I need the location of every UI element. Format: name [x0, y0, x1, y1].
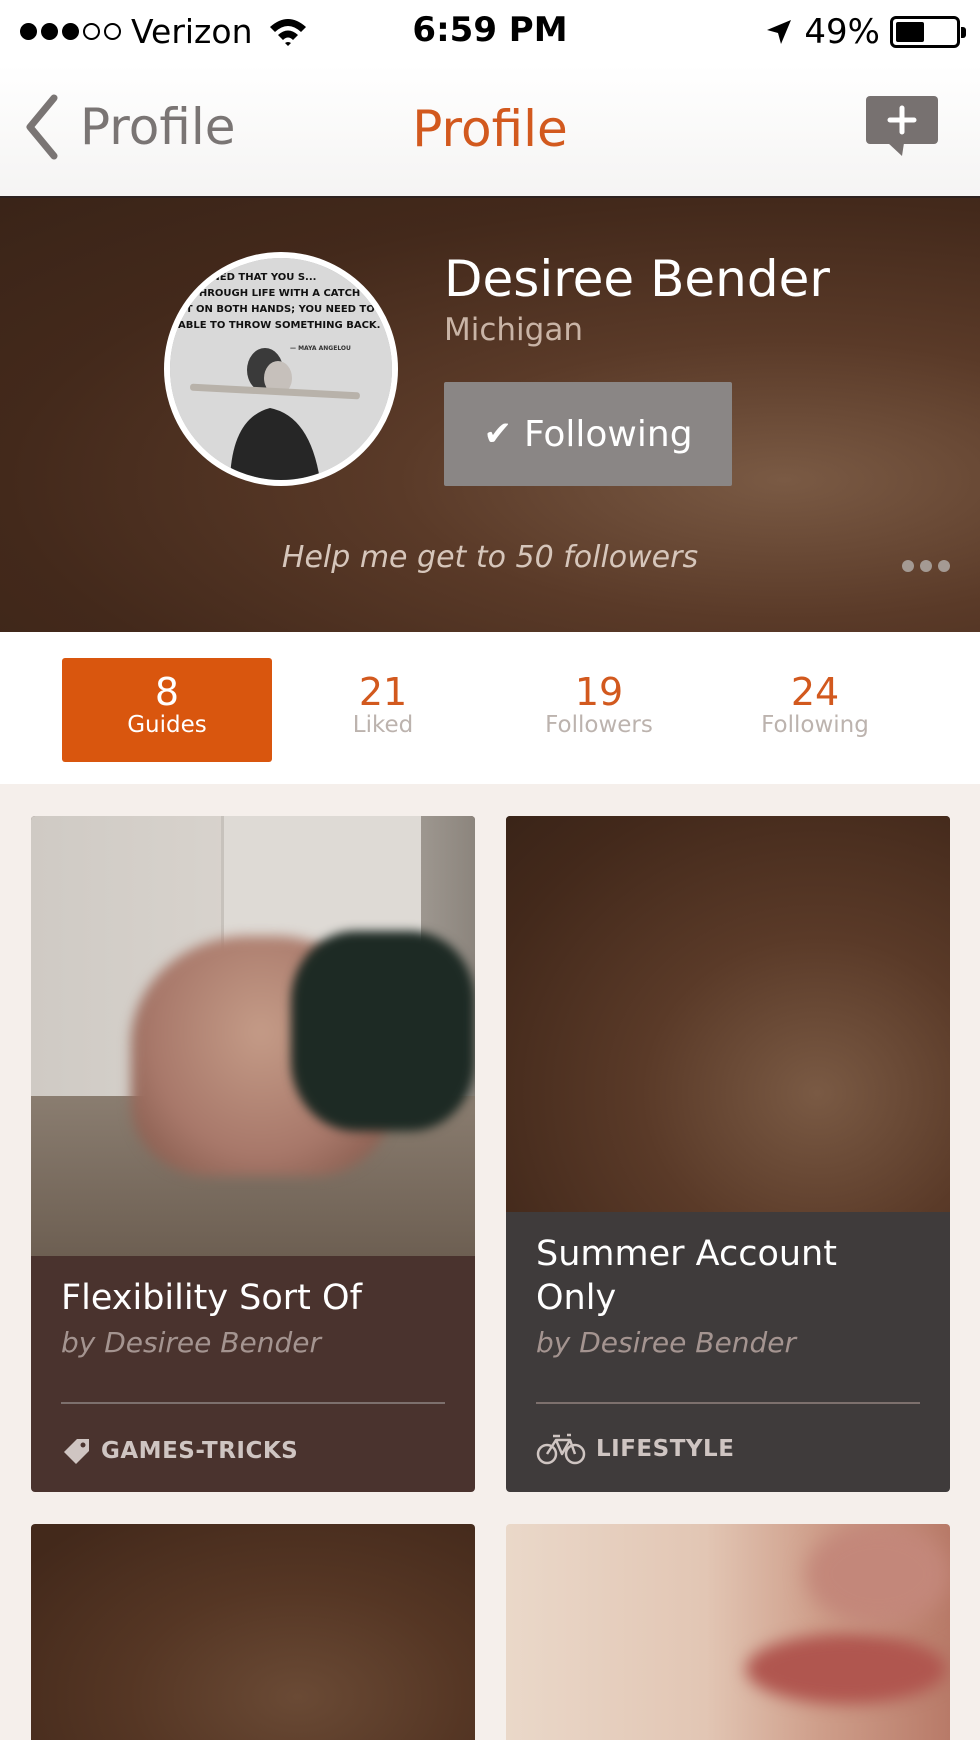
stat-label: Guides — [127, 712, 207, 738]
bicycle-icon — [536, 1433, 586, 1465]
guide-image — [31, 816, 475, 1256]
battery-percent: 49% — [804, 12, 880, 52]
following-button[interactable]: ✔ Following — [444, 382, 732, 486]
more-options-icon[interactable] — [902, 560, 950, 572]
guide-category[interactable]: GAMES-TRICKS — [61, 1436, 298, 1466]
navigation-bar: Profile Profile — [0, 64, 980, 198]
stat-value: 19 — [574, 670, 624, 714]
category-label: LIFESTYLE — [596, 1436, 735, 1462]
following-button-label: Following — [523, 413, 693, 455]
guide-category[interactable]: LIFESTYLE — [536, 1432, 734, 1466]
page-title: Profile — [412, 100, 568, 158]
tab-liked[interactable]: 21 Liked — [278, 658, 488, 762]
guide-card[interactable] — [506, 1524, 950, 1740]
category-label: GAMES-TRICKS — [101, 1438, 299, 1464]
guide-card[interactable] — [31, 1524, 475, 1740]
profile-name: Desiree Bender — [444, 250, 830, 308]
stat-label: Liked — [352, 712, 414, 738]
svg-text:IT ON BOTH HANDS; YOU NEED TO: IT ON BOTH HANDS; YOU NEED TO — [182, 304, 375, 315]
svg-text:— MAYA ANGELOU: — MAYA ANGELOU — [290, 345, 351, 352]
guide-card[interactable]: Summer Account Only by Desiree Bender LI… — [506, 816, 950, 1492]
status-bar: Verizon 6:59 PM 49% — [0, 0, 980, 64]
guide-title: Summer Account Only — [536, 1234, 837, 1318]
card-divider — [536, 1402, 920, 1404]
stat-label: Following — [761, 712, 869, 738]
profile-header: ...NED THAT YOU S... THROUGH LIFE WITH A… — [0, 198, 980, 632]
checkmark-icon: ✔ — [483, 414, 512, 454]
guide-image — [506, 816, 950, 1212]
avatar[interactable]: ...NED THAT YOU S... THROUGH LIFE WITH A… — [164, 252, 398, 486]
guide-author: by Desiree Bender — [61, 1326, 321, 1359]
guide-title: Flexibility Sort Of — [61, 1278, 362, 1318]
guide-details: Summer Account Only by Desiree Bender LI… — [506, 1212, 950, 1492]
tab-followers[interactable]: 19 Followers — [494, 658, 704, 762]
profile-location: Michigan — [444, 312, 583, 348]
status-right: 49% — [764, 12, 966, 52]
stat-label: Followers — [545, 712, 653, 738]
tag-icon — [64, 1439, 89, 1464]
stat-value: 24 — [790, 670, 840, 714]
svg-text:ABLE TO THROW SOMETHING BACK.: ABLE TO THROW SOMETHING BACK. — [178, 320, 380, 331]
battery-icon — [890, 16, 966, 48]
compose-message-icon[interactable] — [864, 94, 940, 160]
profile-stats: 8 Guides 21 Liked 19 Followers 24 Follow… — [0, 632, 980, 784]
tab-following[interactable]: 24 Following — [710, 658, 920, 762]
svg-text:...NED THAT YOU S...: ...NED THAT YOU S... — [200, 272, 316, 283]
guide-card[interactable]: Flexibility Sort Of by Desiree Bender GA… — [31, 816, 475, 1492]
stat-value: 21 — [358, 670, 408, 714]
card-divider — [61, 1402, 445, 1404]
location-arrow-icon — [767, 20, 792, 44]
guide-details: Flexibility Sort Of by Desiree Bender GA… — [31, 1256, 475, 1492]
guide-author: by Desiree Bender — [536, 1326, 796, 1359]
svg-text:THROUGH LIFE WITH A CATCH: THROUGH LIFE WITH A CATCH — [192, 288, 360, 299]
profile-tagline: Help me get to 50 followers — [281, 540, 699, 575]
stat-value: 8 — [154, 670, 180, 714]
tab-guides[interactable]: 8 Guides — [62, 658, 272, 762]
avatar-image: ...NED THAT YOU S... THROUGH LIFE WITH A… — [170, 258, 392, 480]
